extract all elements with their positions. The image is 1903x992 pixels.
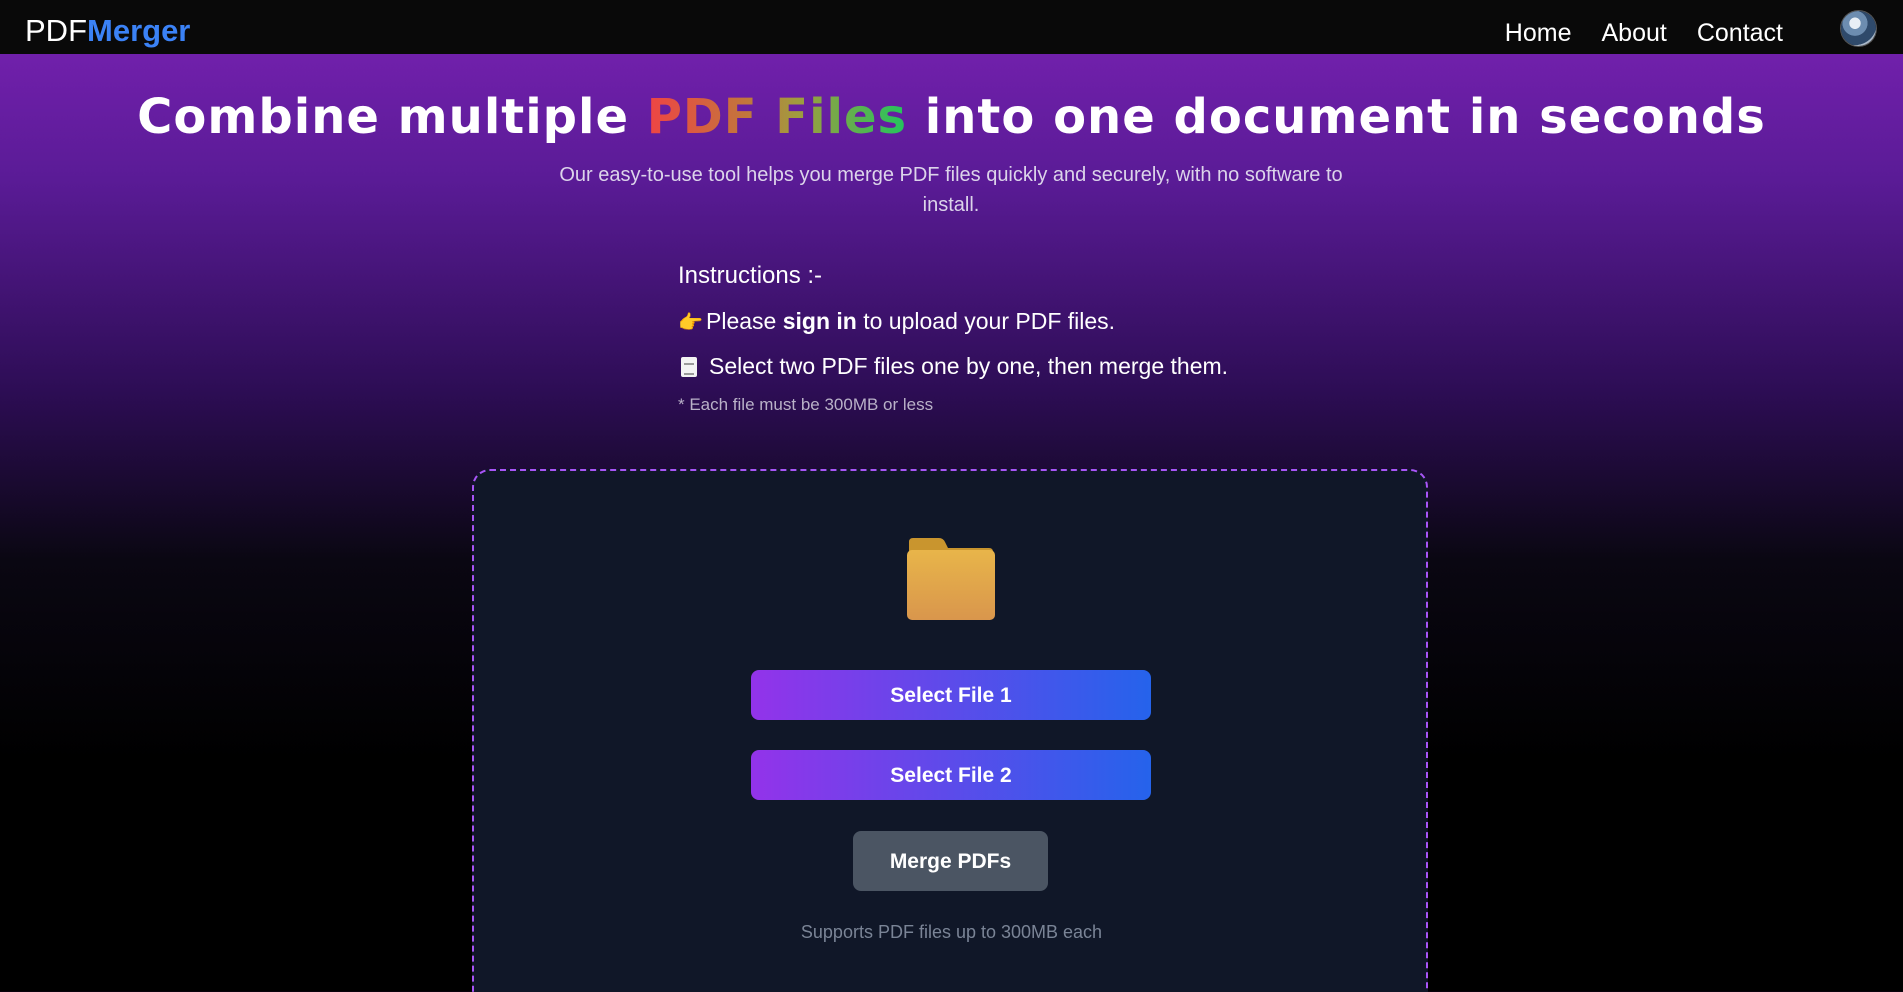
- page-subtitle: Our easy-to-use tool helps you merge PDF…: [559, 164, 1343, 216]
- document-icon: [681, 357, 697, 377]
- nav-contact-link[interactable]: Contact: [1697, 16, 1783, 50]
- instructions-heading: Instructions :-: [678, 262, 823, 289]
- sign-in-text: sign in: [782, 308, 857, 334]
- file-size-note: * Each file must be 300MB or less: [678, 395, 934, 414]
- pointing-hand-icon: 👉: [678, 312, 703, 334]
- folder-icon: [907, 538, 995, 620]
- nav-links: Home About Contact: [1505, 16, 1783, 50]
- brand-logo[interactable]: PDFMerger: [25, 13, 190, 49]
- instruction-sign-in: 👉 Please sign in to upload your PDF files…: [678, 306, 1115, 338]
- instruction-1-suffix: to upload your PDF files.: [856, 308, 1116, 334]
- support-text: Supports PDF files up to 300MB each: [800, 922, 1103, 942]
- title-part-1: Combine multiple: [137, 89, 647, 145]
- select-file-2-button[interactable]: Select File 2: [751, 750, 1151, 800]
- merge-pdfs-button[interactable]: Merge PDFs: [853, 831, 1048, 891]
- title-part-2: into one document in seconds: [907, 89, 1766, 145]
- user-avatar[interactable]: [1841, 11, 1876, 46]
- navbar: PDFMerger Home About Contact: [0, 0, 1903, 54]
- page-title: Combine multiple PDF Files into one docu…: [0, 88, 1903, 146]
- nav-home-link[interactable]: Home: [1505, 16, 1572, 50]
- instruction-1-prefix: Please: [706, 308, 783, 334]
- instruction-2-text: Select two PDF files one by one, then me…: [709, 353, 1229, 379]
- nav-about-link[interactable]: About: [1601, 16, 1666, 50]
- brand-part-1: PDF: [25, 13, 87, 48]
- brand-part-2: Merger: [87, 13, 191, 48]
- title-accent: PDF Files: [646, 89, 908, 145]
- instruction-select-files: Select two PDF files one by one, then me…: [678, 351, 1228, 381]
- select-file-1-button[interactable]: Select File 1: [751, 670, 1151, 720]
